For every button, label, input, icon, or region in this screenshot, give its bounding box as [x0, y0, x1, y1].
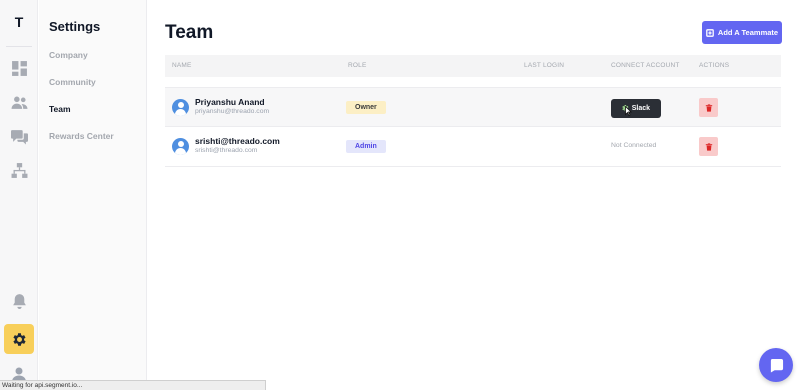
column-header-last-login: LAST LOGIN	[524, 62, 565, 69]
rail-users-button[interactable]	[4, 87, 34, 117]
browser-status-bar: Waiting for api.segment.io...	[0, 380, 266, 390]
avatar	[172, 99, 189, 116]
add-teammate-label: Add A Teammate	[717, 28, 779, 37]
org-chart-icon	[11, 162, 27, 178]
settings-nav-company[interactable]: Company	[49, 50, 88, 60]
users-icon	[11, 96, 27, 109]
settings-nav-rewards-center[interactable]: Rewards Center	[49, 131, 114, 141]
chat-icon	[770, 358, 783, 373]
slack-label: Slack	[631, 105, 650, 112]
settings-title: Settings	[49, 19, 101, 34]
icon-rail: T	[0, 0, 38, 390]
app-window: T Settings Company Community Team Reward…	[0, 0, 800, 390]
rail-dashboard-button[interactable]	[4, 53, 34, 83]
gear-icon	[12, 332, 26, 346]
rail-divider	[6, 46, 32, 47]
support-chat-button[interactable]	[759, 348, 793, 382]
role-badge: Owner	[346, 101, 386, 114]
rail-org-button[interactable]	[4, 155, 34, 185]
trash-icon	[705, 142, 712, 151]
team-table: NAME ROLE LAST LOGIN CONNECT ACCOUNT ACT…	[165, 55, 781, 167]
settings-nav-community[interactable]: Community	[49, 77, 96, 87]
connect-status: Not Connected	[611, 142, 657, 149]
member-name: Priyanshu Anand	[195, 97, 265, 107]
column-header-role: ROLE	[348, 62, 367, 69]
chat-bubbles-icon	[10, 129, 28, 144]
member-email: priyanshu@threado.com	[195, 108, 270, 115]
rail-notifications-button[interactable]	[4, 286, 34, 316]
slack-connect-button[interactable]: ✱ Slack	[611, 99, 661, 118]
page-title: Team	[165, 22, 214, 43]
member-email: srishti@threado.com	[195, 147, 258, 154]
settings-nav-team[interactable]: Team	[49, 104, 71, 114]
dashboard-icon	[11, 60, 27, 76]
column-header-connect-account: CONNECT ACCOUNT	[611, 62, 680, 69]
table-header: NAME ROLE LAST LOGIN CONNECT ACCOUNT ACT…	[165, 55, 781, 77]
table-row: Priyanshu Anand priyanshu@threado.com Ow…	[165, 87, 781, 127]
rail-chat-button[interactable]	[4, 121, 34, 151]
column-header-actions: ACTIONS	[699, 62, 730, 69]
rail-settings-button[interactable]	[4, 324, 34, 354]
member-name: srishti@threado.com	[195, 136, 280, 146]
column-header-name: NAME	[172, 62, 192, 69]
mouse-cursor-icon	[625, 106, 632, 116]
role-badge: Admin	[346, 140, 386, 153]
avatar	[172, 138, 189, 155]
bell-icon	[12, 293, 26, 309]
add-user-icon	[706, 28, 714, 37]
delete-member-button[interactable]	[699, 98, 718, 117]
main-content: Team Add A Teammate NAME ROLE LAST LOGIN…	[148, 0, 800, 390]
delete-member-button[interactable]	[699, 137, 718, 156]
trash-icon	[705, 103, 712, 112]
settings-sidebar: Settings Company Community Team Rewards …	[39, 0, 147, 390]
add-teammate-button[interactable]: Add A Teammate	[702, 21, 782, 44]
table-row: srishti@threado.com srishti@threado.com …	[165, 127, 781, 167]
app-logo[interactable]: T	[0, 14, 38, 30]
rail-profile-button[interactable]	[11, 366, 27, 382]
